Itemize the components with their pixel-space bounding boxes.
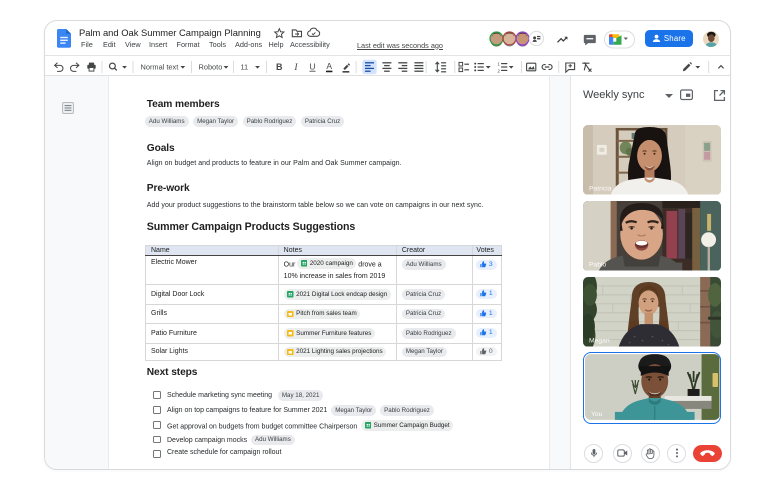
svg-text:11: 11 <box>240 62 248 71</box>
svg-text:U: U <box>309 61 315 71</box>
svg-text:I: I <box>293 63 298 73</box>
svg-text:Patricia: Patricia <box>589 186 612 193</box>
svg-text:2: 2 <box>497 68 500 73</box>
svg-text:Megan: Megan <box>589 338 610 345</box>
svg-text:1: 1 <box>497 61 500 66</box>
svg-text:Pablo: Pablo <box>589 262 607 269</box>
svg-text:Normal text: Normal text <box>140 62 178 71</box>
svg-text:B: B <box>275 62 282 72</box>
svg-text:A: A <box>326 61 332 71</box>
svg-text:You: You <box>591 411 603 418</box>
svg-text:Roboto: Roboto <box>198 62 222 71</box>
